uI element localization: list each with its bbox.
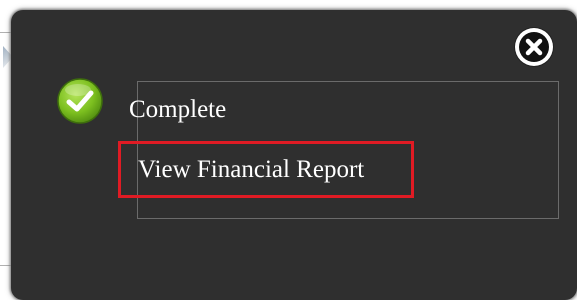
view-financial-report-link[interactable]: View Financial Report [118, 141, 414, 198]
close-button[interactable] [515, 28, 553, 66]
checkmark-icon [57, 78, 103, 124]
status-label: Complete [129, 96, 227, 123]
close-icon [519, 32, 549, 62]
